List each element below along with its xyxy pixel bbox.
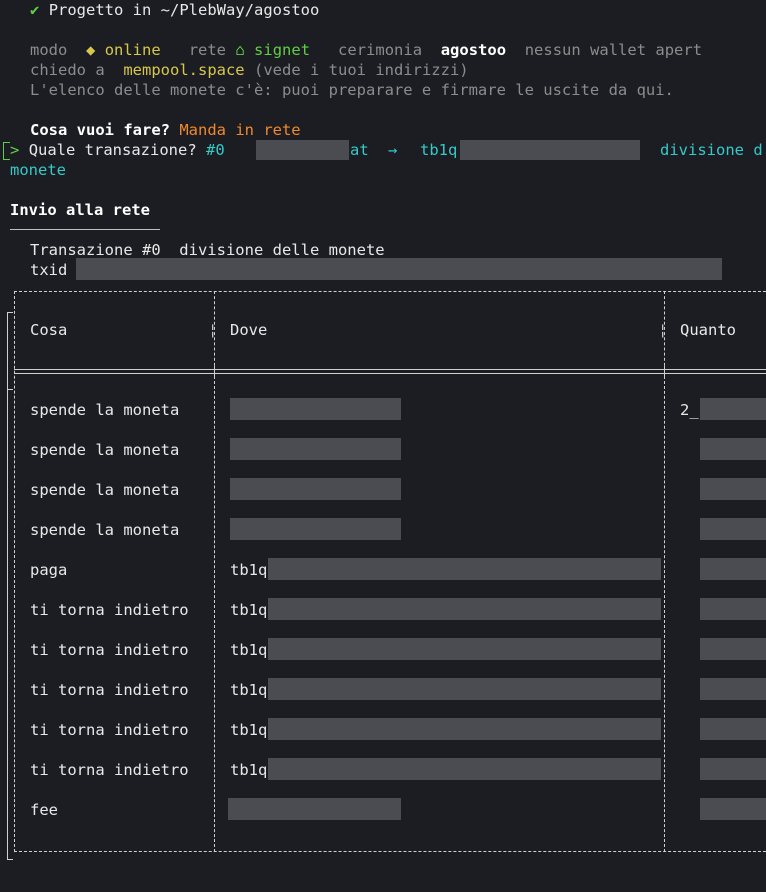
- cell-dove-prefix: tb1q: [230, 681, 268, 699]
- redacted-block: [700, 438, 766, 460]
- cell-cosa: spende la moneta: [30, 401, 180, 419]
- redacted-block: [700, 598, 766, 620]
- ask-label: chiedo a: [30, 61, 105, 79]
- diamond-icon: ◆: [86, 41, 96, 59]
- tx-select-line[interactable]: > Quale transazione? #0: [10, 140, 225, 160]
- section-underline: [10, 229, 160, 230]
- cell-cosa: ti torna indietro: [30, 721, 189, 739]
- prompt-marker: >: [10, 141, 20, 159]
- check-icon: ✔: [30, 1, 40, 19]
- wallet-status: nessun wallet apert: [524, 41, 703, 59]
- arrow-right-icon: →: [388, 141, 398, 159]
- cell-cosa: spende la moneta: [30, 521, 180, 539]
- col-sep-glyph: ¦: [208, 321, 218, 339]
- txid-label: txid: [30, 261, 68, 279]
- col-sep: [214, 366, 215, 376]
- col-sep: [664, 366, 665, 376]
- redacted-block: [230, 398, 401, 420]
- network-value: signet: [254, 41, 311, 59]
- cell-cosa: ti torna indietro: [30, 601, 189, 619]
- question-answer: Manda in rete: [179, 121, 301, 139]
- col-header-quanto: Quanto: [680, 321, 736, 339]
- section-title: Invio alla rete: [10, 201, 150, 219]
- status-line: modo ◆ online rete ⌂ signet cerimonia ag…: [30, 40, 702, 60]
- mode-label: modo: [30, 41, 68, 59]
- tx-at: at: [350, 141, 369, 159]
- redacted-block: [700, 718, 766, 740]
- redacted-block: [268, 558, 661, 580]
- table-top-border: [14, 291, 766, 292]
- redacted-block: [76, 258, 722, 280]
- col-header-cosa: Cosa: [30, 321, 68, 339]
- redacted-block: [700, 478, 766, 500]
- prompt-bracket-icon: [3, 142, 10, 160]
- redacted-block: [700, 518, 766, 540]
- tx-addr-prefix: tb1q: [420, 141, 458, 159]
- redacted-block: [230, 478, 401, 500]
- home-icon: ⌂: [235, 41, 245, 59]
- cell-cosa: spende la moneta: [30, 481, 180, 499]
- outer-tick: [7, 389, 13, 390]
- ask-note: (vede i tuoi indirizzi): [254, 61, 469, 79]
- redacted-block: [256, 140, 349, 160]
- redacted-block: [700, 798, 766, 820]
- cell-cosa: ti torna indietro: [30, 761, 189, 779]
- info-line: L'elenco delle monete c'è: puoi preparar…: [30, 81, 674, 99]
- redacted-block: [230, 518, 401, 540]
- cell-cosa: ti torna indietro: [30, 641, 189, 659]
- cell-dove-prefix: tb1q: [230, 561, 268, 579]
- redacted-block: [268, 598, 661, 620]
- redacted-block: [268, 638, 661, 660]
- cell-dove-prefix: tb1q: [230, 601, 268, 619]
- table-left-border: [14, 291, 15, 852]
- tx-desc: divisione d: [660, 141, 763, 159]
- col-sep: [214, 376, 215, 852]
- redacted-block: [700, 398, 766, 420]
- ask-server: mempool.space: [123, 61, 245, 79]
- project-line: ✔ Progetto in ~/PlebWay/agostoo: [30, 0, 319, 20]
- mode-value: online: [104, 41, 161, 59]
- ceremony-label: cerimonia: [338, 41, 423, 59]
- cell-dove-prefix: tb1q: [230, 641, 268, 659]
- cell-dove-prefix: tb1q: [230, 721, 268, 739]
- redacted-block: [268, 678, 661, 700]
- redacted-block: [700, 678, 766, 700]
- network-label: rete: [188, 41, 227, 59]
- redacted-block: [268, 758, 661, 780]
- redacted-block: [700, 758, 766, 780]
- server-line: chiedo a mempool.space (vede i tuoi indi…: [30, 60, 469, 80]
- tx-title: Transazione #0 divisione delle monete: [30, 241, 385, 259]
- project-label: Progetto in ~/PlebWay/agostoo: [48, 1, 320, 19]
- redacted-block: [228, 798, 401, 820]
- tx-label: Quale transazione?: [28, 141, 197, 159]
- table-bottom-border: [14, 851, 766, 852]
- outer-bracket-top: [7, 312, 13, 313]
- header-separator: [14, 369, 766, 374]
- cell-cosa: paga: [30, 561, 68, 579]
- cell-cosa: spende la moneta: [30, 441, 180, 459]
- redacted-block: [700, 638, 766, 660]
- ceremony-value: agostoo: [440, 41, 507, 59]
- question-line: Cosa vuoi fare? Manda in rete: [30, 120, 301, 140]
- redacted-block: [460, 140, 640, 160]
- redacted-block: [268, 718, 661, 740]
- outer-bracket-bottom: [7, 859, 13, 860]
- question-label: Cosa vuoi fare?: [30, 121, 170, 139]
- outer-bracket: [7, 312, 14, 860]
- tx-num: #0: [206, 141, 225, 159]
- cell-dove-prefix: tb1q: [230, 761, 268, 779]
- col-header-dove: Dove: [230, 321, 268, 339]
- cell-quanto-prefix: 2_: [680, 401, 699, 419]
- cell-cosa: fee: [30, 801, 58, 819]
- redacted-block: [700, 558, 766, 580]
- col-sep-glyph: ¦: [658, 321, 668, 339]
- cell-cosa: ti torna indietro: [30, 681, 189, 699]
- tx-desc-wrap: monete: [10, 161, 66, 179]
- redacted-block: [230, 438, 401, 460]
- col-sep: [664, 376, 665, 852]
